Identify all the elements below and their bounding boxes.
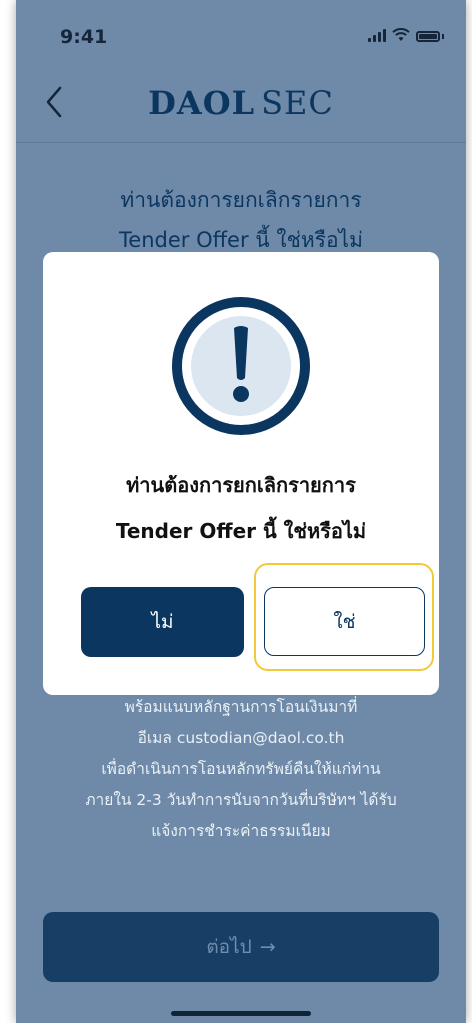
next-button-label: ต่อไป (206, 936, 252, 958)
background-instructions: พร้อมแนบหลักฐานการโอนเงินมาที่ อีเมล cus… (36, 692, 446, 847)
battery-icon (416, 31, 440, 42)
arrow-right-icon: → (259, 936, 276, 958)
yes-button[interactable]: ใช่ (264, 587, 425, 656)
wifi-icon (392, 28, 410, 41)
status-bar: 9:41 (16, 0, 466, 70)
home-indicator[interactable] (171, 1011, 311, 1016)
instruction-line: อีเมล custodian@daol.co.th (137, 729, 345, 747)
signal-icon (368, 29, 386, 42)
background-title: ท่านต้องการยกเลิกรายการ Tender Offer นี้… (16, 180, 466, 260)
instruction-line: ภายใน 2-3 วันทำการนับจากวันที่บริษัทฯ ได… (85, 791, 397, 809)
brand-logo: DAOL SEC (16, 84, 466, 122)
instruction-line: แจ้งการชำระค่าธรรมเนียม (151, 822, 331, 840)
brand-primary: DAOL (148, 84, 256, 122)
status-time: 9:41 (60, 26, 108, 48)
app-header: DAOL SEC (16, 70, 466, 143)
dialog-message-line1: ท่านต้องการยกเลิกรายการ (126, 473, 356, 497)
dialog-message: ท่านต้องการยกเลิกรายการ Tender Offer นี้… (43, 462, 439, 554)
confirm-cancel-dialog: ท่านต้องการยกเลิกรายการ Tender Offer นี้… (43, 252, 439, 695)
brand-secondary: SEC (261, 84, 334, 122)
next-button[interactable]: ต่อไป → (43, 912, 439, 982)
background-title-line1: ท่านต้องการยกเลิกรายการ (120, 188, 362, 212)
status-icons (368, 28, 444, 42)
dialog-message-line2: Tender Offer นี้ ใช่หรือไม่ (115, 519, 367, 543)
phone-screen: 9:41 DAOL SEC ท่านต้องการยกเลิกรายการ Ten… (16, 0, 466, 1023)
no-button[interactable]: ไม่ (81, 587, 244, 657)
instruction-line: เพื่อดำเนินการโอนหลักทรัพย์คืนให้แก่ท่าน (101, 760, 381, 778)
instruction-line: พร้อมแนบหลักฐานการโอนเงินมาที่ (124, 698, 358, 716)
exclamation-alert-icon (172, 297, 310, 435)
